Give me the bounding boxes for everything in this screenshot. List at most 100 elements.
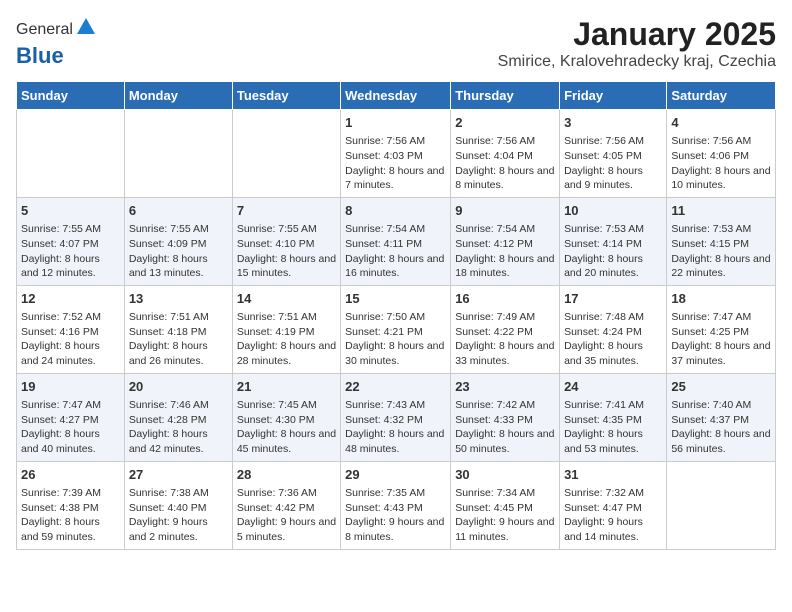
day-number: 17 (564, 290, 662, 308)
day-detail: Sunrise: 7:43 AM Sunset: 4:32 PM Dayligh… (345, 398, 446, 457)
calendar-cell: 17 Sunrise: 7:48 AM Sunset: 4:24 PM Dayli… (560, 285, 667, 373)
dow-monday: Monday (124, 82, 232, 110)
day-detail: Sunrise: 7:54 AM Sunset: 4:11 PM Dayligh… (345, 222, 446, 281)
calendar-cell (17, 110, 125, 198)
day-detail: Sunrise: 7:47 AM Sunset: 4:27 PM Dayligh… (21, 398, 120, 457)
day-number: 4 (671, 114, 771, 132)
dow-tuesday: Tuesday (232, 82, 340, 110)
day-detail: Sunrise: 7:49 AM Sunset: 4:22 PM Dayligh… (455, 310, 555, 369)
day-number: 13 (129, 290, 228, 308)
header: General Blue January 2025 Smirice, Kralo… (16, 16, 776, 71)
day-detail: Sunrise: 7:34 AM Sunset: 4:45 PM Dayligh… (455, 486, 555, 545)
calendar-cell: 30 Sunrise: 7:34 AM Sunset: 4:45 PM Dayli… (451, 461, 560, 549)
day-detail: Sunrise: 7:40 AM Sunset: 4:37 PM Dayligh… (671, 398, 771, 457)
day-number: 10 (564, 202, 662, 220)
day-number: 12 (21, 290, 120, 308)
day-number: 22 (345, 378, 446, 396)
day-number: 6 (129, 202, 228, 220)
calendar-cell: 29Sunrise: 7:35 AM Sunset: 4:43 PM Dayli… (341, 461, 451, 549)
day-detail: Sunrise: 7:41 AM Sunset: 4:35 PM Dayligh… (564, 398, 662, 457)
day-detail: Sunrise: 7:51 AM Sunset: 4:19 PM Dayligh… (237, 310, 336, 369)
calendar-cell: 24Sunrise: 7:41 AM Sunset: 4:35 PM Dayli… (560, 373, 667, 461)
calendar-cell: 5Sunrise: 7:55 AM Sunset: 4:07 PM Daylig… (17, 197, 125, 285)
calendar-cell: 28 Sunrise: 7:36 AM Sunset: 4:42 PM Dayli… (232, 461, 340, 549)
day-detail: Sunrise: 7:32 AM Sunset: 4:47 PM Dayligh… (564, 486, 662, 545)
logo: General Blue (16, 16, 97, 69)
day-number: 20 (129, 378, 228, 396)
calendar-cell: 9 Sunrise: 7:54 AM Sunset: 4:12 PM Daylig… (451, 197, 560, 285)
day-number: 21 (237, 378, 336, 396)
calendar-cell: 3 Sunrise: 7:56 AM Sunset: 4:05 PM Daylig… (560, 110, 667, 198)
day-number: 28 (237, 466, 336, 484)
day-number: 14 (237, 290, 336, 308)
calendar-cell: 2 Sunrise: 7:56 AM Sunset: 4:04 PM Daylig… (451, 110, 560, 198)
day-number: 3 (564, 114, 662, 132)
calendar-cell: 7 Sunrise: 7:55 AM Sunset: 4:10 PM Daylig… (232, 197, 340, 285)
calendar-cell: 31 Sunrise: 7:32 AM Sunset: 4:47 PM Dayli… (560, 461, 667, 549)
day-number: 15 (345, 290, 446, 308)
day-number: 16 (455, 290, 555, 308)
calendar-cell: 4 Sunrise: 7:56 AM Sunset: 4:06 PM Daylig… (667, 110, 776, 198)
day-detail: Sunrise: 7:50 AM Sunset: 4:21 PM Dayligh… (345, 310, 446, 369)
calendar-cell (124, 110, 232, 198)
day-number: 2 (455, 114, 555, 132)
calendar-cell: 21 Sunrise: 7:45 AM Sunset: 4:30 PM Dayli… (232, 373, 340, 461)
calendar-cell: 8 Sunrise: 7:54 AM Sunset: 4:11 PM Daylig… (341, 197, 451, 285)
day-detail: Sunrise: 7:55 AM Sunset: 4:10 PM Dayligh… (237, 222, 336, 281)
day-detail: Sunrise: 7:55 AM Sunset: 4:09 PM Dayligh… (129, 222, 228, 281)
day-detail: Sunrise: 7:39 AM Sunset: 4:38 PM Dayligh… (21, 486, 120, 545)
day-detail: Sunrise: 7:45 AM Sunset: 4:30 PM Dayligh… (237, 398, 336, 457)
dow-friday: Friday (560, 82, 667, 110)
day-detail: Sunrise: 7:48 AM Sunset: 4:24 PM Dayligh… (564, 310, 662, 369)
day-number: 26 (21, 466, 120, 484)
day-number: 9 (455, 202, 555, 220)
logo-icon (75, 16, 97, 38)
calendar-cell: 27Sunrise: 7:38 AM Sunset: 4:40 PM Dayli… (124, 461, 232, 549)
day-number: 25 (671, 378, 771, 396)
day-number: 1 (345, 114, 446, 132)
calendar-cell: 15 Sunrise: 7:50 AM Sunset: 4:21 PM Dayli… (341, 285, 451, 373)
calendar-cell: 14 Sunrise: 7:51 AM Sunset: 4:19 PM Dayli… (232, 285, 340, 373)
calendar-cell (667, 461, 776, 549)
calendar-cell: 23Sunrise: 7:42 AM Sunset: 4:33 PM Dayli… (451, 373, 560, 461)
day-number: 8 (345, 202, 446, 220)
calendar-cell: 19 Sunrise: 7:47 AM Sunset: 4:27 PM Dayli… (17, 373, 125, 461)
calendar-cell: 20 Sunrise: 7:46 AM Sunset: 4:28 PM Dayli… (124, 373, 232, 461)
calendar-cell: 16 Sunrise: 7:49 AM Sunset: 4:22 PM Dayli… (451, 285, 560, 373)
day-number: 27 (129, 466, 228, 484)
day-detail: Sunrise: 7:51 AM Sunset: 4:18 PM Dayligh… (129, 310, 228, 369)
day-number: 30 (455, 466, 555, 484)
day-number: 31 (564, 466, 662, 484)
calendar-cell: 6 Sunrise: 7:55 AM Sunset: 4:09 PM Daylig… (124, 197, 232, 285)
dow-wednesday: Wednesday (341, 82, 451, 110)
day-detail: Sunrise: 7:53 AM Sunset: 4:14 PM Dayligh… (564, 222, 662, 281)
day-detail: Sunrise: 7:52 AM Sunset: 4:16 PM Dayligh… (21, 310, 120, 369)
day-number: 11 (671, 202, 771, 220)
calendar-table: SundayMondayTuesdayWednesdayThursdayFrid… (16, 81, 776, 550)
calendar-cell: 11Sunrise: 7:53 AM Sunset: 4:15 PM Dayli… (667, 197, 776, 285)
calendar-cell: 25 Sunrise: 7:40 AM Sunset: 4:37 PM Dayli… (667, 373, 776, 461)
calendar-cell: 22 Sunrise: 7:43 AM Sunset: 4:32 PM Dayli… (341, 373, 451, 461)
day-number: 7 (237, 202, 336, 220)
day-number: 18 (671, 290, 771, 308)
day-number: 19 (21, 378, 120, 396)
calendar-cell: 26 Sunrise: 7:39 AM Sunset: 4:38 PM Dayli… (17, 461, 125, 549)
day-detail: Sunrise: 7:56 AM Sunset: 4:03 PM Dayligh… (345, 134, 446, 193)
day-detail: Sunrise: 7:56 AM Sunset: 4:05 PM Dayligh… (564, 134, 662, 193)
day-detail: Sunrise: 7:36 AM Sunset: 4:42 PM Dayligh… (237, 486, 336, 545)
day-number: 29 (345, 466, 446, 484)
dow-thursday: Thursday (451, 82, 560, 110)
dow-sunday: Sunday (17, 82, 125, 110)
dow-saturday: Saturday (667, 82, 776, 110)
calendar-cell (232, 110, 340, 198)
day-detail: Sunrise: 7:56 AM Sunset: 4:04 PM Dayligh… (455, 134, 555, 193)
day-number: 5 (21, 202, 120, 220)
day-detail: Sunrise: 7:56 AM Sunset: 4:06 PM Dayligh… (671, 134, 771, 193)
calendar-cell: 12 Sunrise: 7:52 AM Sunset: 4:16 PM Dayli… (17, 285, 125, 373)
logo-blue-text: Blue (16, 43, 64, 68)
day-detail: Sunrise: 7:47 AM Sunset: 4:25 PM Dayligh… (671, 310, 771, 369)
title-area: January 2025 Smirice, Kralovehradecky kr… (498, 16, 776, 71)
day-number: 23 (455, 378, 555, 396)
day-detail: Sunrise: 7:46 AM Sunset: 4:28 PM Dayligh… (129, 398, 228, 457)
day-detail: Sunrise: 7:54 AM Sunset: 4:12 PM Dayligh… (455, 222, 555, 281)
